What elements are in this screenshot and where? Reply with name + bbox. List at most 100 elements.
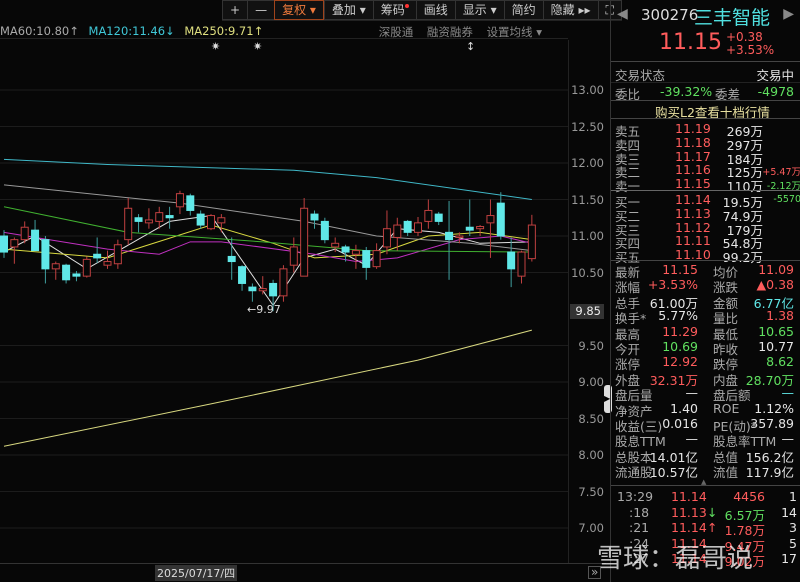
tick-time: 13:29 bbox=[617, 489, 654, 504]
candle[interactable] bbox=[31, 219, 40, 252]
candle[interactable] bbox=[258, 276, 267, 295]
candle[interactable] bbox=[196, 210, 205, 229]
candle[interactable] bbox=[41, 236, 50, 284]
fuquan-dropdown[interactable]: 复权 ▾ bbox=[274, 0, 324, 20]
quote-panel: ◀ ▶ 300276 三丰智能 11.15 +0.38 +3.53% 交易状态交… bbox=[597, 0, 800, 582]
candle[interactable] bbox=[362, 246, 371, 280]
candle[interactable] bbox=[372, 243, 381, 269]
candle[interactable] bbox=[238, 265, 247, 291]
candle-body bbox=[372, 250, 381, 268]
hide-button[interactable]: 隐藏 ▸▸ bbox=[542, 0, 598, 20]
candle[interactable] bbox=[207, 214, 215, 231]
candle[interactable] bbox=[527, 214, 536, 262]
candle[interactable] bbox=[124, 198, 133, 245]
candle-body bbox=[300, 207, 309, 277]
candle-body bbox=[207, 215, 215, 230]
candle-body bbox=[124, 207, 133, 241]
candle[interactable] bbox=[82, 256, 91, 278]
order-book-row[interactable]: 买四 11.11 54.8万 bbox=[615, 233, 795, 251]
candle[interactable] bbox=[403, 219, 412, 236]
candle[interactable] bbox=[51, 261, 60, 280]
overlay-dropdown[interactable]: 叠加 ▾ bbox=[323, 0, 373, 20]
candle-body bbox=[393, 224, 402, 238]
stat-value: 10.57亿 bbox=[649, 465, 698, 481]
candle[interactable] bbox=[103, 250, 112, 269]
candle-body bbox=[465, 226, 474, 231]
candle-body bbox=[227, 255, 236, 263]
candle[interactable] bbox=[134, 214, 143, 233]
candle[interactable] bbox=[175, 190, 184, 215]
candle[interactable] bbox=[382, 210, 391, 255]
order-book-row[interactable]: 卖四 11.18 297万 bbox=[615, 135, 795, 153]
candle-body bbox=[434, 213, 443, 222]
stat-value: 12.92 bbox=[662, 354, 698, 370]
candle[interactable] bbox=[93, 237, 102, 264]
candle[interactable] bbox=[310, 210, 319, 229]
y-axis-tick: 12.00 bbox=[571, 156, 604, 170]
candle[interactable] bbox=[320, 217, 329, 244]
level-price: 11.19 bbox=[675, 121, 711, 136]
order-book-row[interactable]: 卖五 11.19 269万 bbox=[615, 121, 795, 139]
order-book-row[interactable]: 卖二 11.16 125万 +5.47万 bbox=[615, 162, 800, 180]
candle-body bbox=[382, 228, 391, 248]
stat-label: 流通股 bbox=[615, 465, 653, 481]
candle[interactable] bbox=[300, 198, 309, 277]
candle-body bbox=[351, 250, 360, 255]
candle-body bbox=[320, 220, 329, 241]
simple-mode-button[interactable]: 简约 bbox=[503, 0, 543, 20]
last-price: 11.15 bbox=[659, 30, 722, 55]
candle-body bbox=[476, 226, 485, 230]
candle-body bbox=[165, 215, 174, 219]
tick-row: :18 11.13 ↓ 6.57万 14 bbox=[615, 505, 797, 523]
candle[interactable] bbox=[517, 250, 526, 284]
candle[interactable] bbox=[62, 263, 71, 284]
candle[interactable] bbox=[351, 244, 360, 269]
candle[interactable] bbox=[279, 265, 288, 302]
candle-body bbox=[248, 286, 257, 292]
zoom-out-button[interactable]: — bbox=[247, 0, 275, 20]
candle-body bbox=[331, 242, 340, 248]
stat-value: — bbox=[685, 431, 699, 447]
candle[interactable] bbox=[434, 211, 443, 226]
candle[interactable] bbox=[113, 239, 122, 269]
stat-label: 流值 bbox=[713, 465, 739, 481]
candle[interactable] bbox=[217, 214, 226, 233]
display-dropdown[interactable]: 显示 ▾ bbox=[454, 0, 504, 20]
candle-body bbox=[279, 268, 288, 297]
set-ma-dropdown[interactable]: 设置均线 ▾ bbox=[487, 25, 542, 39]
order-book-row[interactable]: 买一 11.14 19.5万 -5570 bbox=[615, 192, 800, 210]
candlestick-chart[interactable] bbox=[0, 40, 606, 562]
order-book-row[interactable]: 买三 11.12 179万 bbox=[615, 220, 795, 238]
candle[interactable] bbox=[165, 206, 174, 229]
candle[interactable] bbox=[507, 237, 516, 288]
candle[interactable] bbox=[424, 199, 433, 229]
order-book-row[interactable]: 卖三 11.17 184万 bbox=[615, 149, 795, 167]
candle-body bbox=[486, 215, 495, 224]
candle[interactable] bbox=[465, 199, 474, 237]
margin-trading-link[interactable]: 融资融券 bbox=[427, 25, 473, 39]
draw-line-button[interactable]: 画线 bbox=[415, 0, 455, 20]
prev-stock-icon[interactable]: ◀ bbox=[617, 6, 628, 22]
candle[interactable] bbox=[414, 217, 422, 236]
candle[interactable] bbox=[20, 221, 29, 244]
ma-legend: MA60:10.80↑ MA120:11.46↓ MA250:9.71↑ bbox=[0, 24, 269, 38]
candle[interactable] bbox=[186, 193, 195, 216]
candle-body bbox=[51, 263, 60, 270]
candle[interactable] bbox=[144, 208, 153, 229]
chip-button[interactable]: 筹码 bbox=[372, 0, 416, 20]
candle[interactable] bbox=[0, 230, 8, 258]
stat-value: 1.40 bbox=[670, 400, 698, 416]
shenguitong-link[interactable]: 深股通 bbox=[379, 25, 414, 39]
zoom-in-button[interactable]: + bbox=[222, 0, 248, 20]
candle[interactable] bbox=[476, 225, 485, 236]
candle-body bbox=[41, 239, 50, 270]
candle[interactable] bbox=[486, 199, 495, 258]
candle-body bbox=[269, 282, 278, 297]
tick-row: 13:29 11.14 4456 1 bbox=[615, 489, 797, 504]
candle[interactable] bbox=[248, 283, 257, 302]
candle[interactable] bbox=[289, 237, 298, 273]
next-stock-icon[interactable]: ▶ bbox=[783, 6, 794, 22]
candle[interactable] bbox=[445, 200, 454, 280]
order-book-row[interactable]: 卖一 11.15 110万 -2.12万 bbox=[615, 176, 800, 194]
order-book-row[interactable]: 买二 11.13 74.9万 bbox=[615, 206, 795, 224]
